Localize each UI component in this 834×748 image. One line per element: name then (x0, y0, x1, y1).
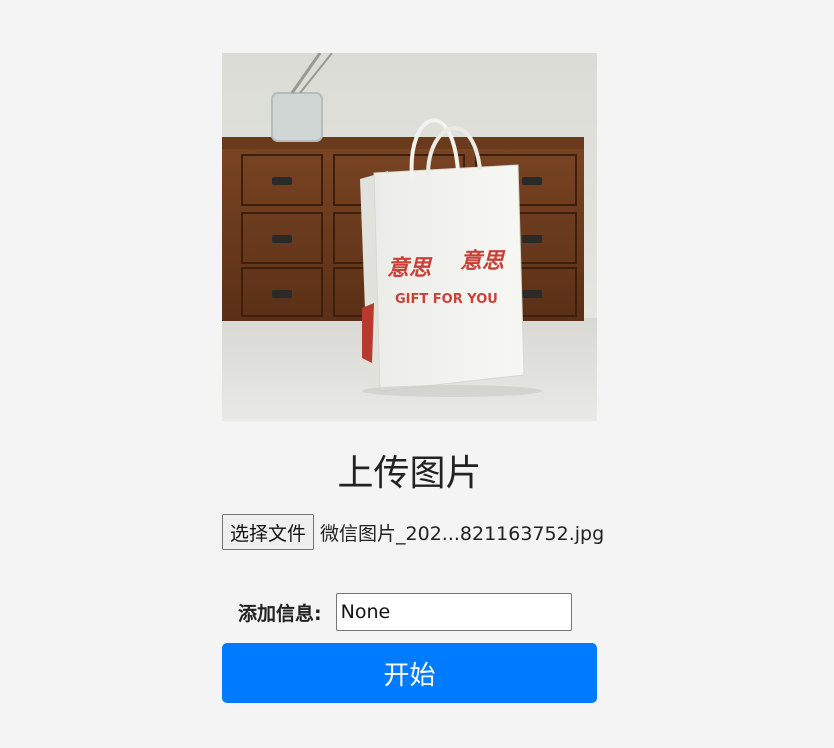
info-row: 添加信息: (238, 593, 572, 631)
bag-subtitle: GIFT FOR YOU (395, 292, 498, 307)
start-button[interactable]: 开始 (222, 643, 597, 703)
selected-file-name: 微信图片_202...821163752.jpg (320, 522, 605, 545)
choose-file-button[interactable]: 选择文件 (222, 514, 315, 550)
info-input[interactable] (335, 593, 572, 631)
bag-title-left: 意思 (387, 255, 433, 281)
page-title: 上传图片 (337, 453, 482, 494)
bag-title-right: 意思 (460, 248, 506, 274)
file-upload-row: 选择文件 微信图片_202...821163752.jpg (222, 513, 604, 551)
preview-image: 意思 意思 GIFT FOR YOU (222, 53, 597, 421)
info-label: 添加信息: (238, 602, 322, 625)
gift-bag-photo: 意思 意思 GIFT FOR YOU (222, 53, 597, 421)
